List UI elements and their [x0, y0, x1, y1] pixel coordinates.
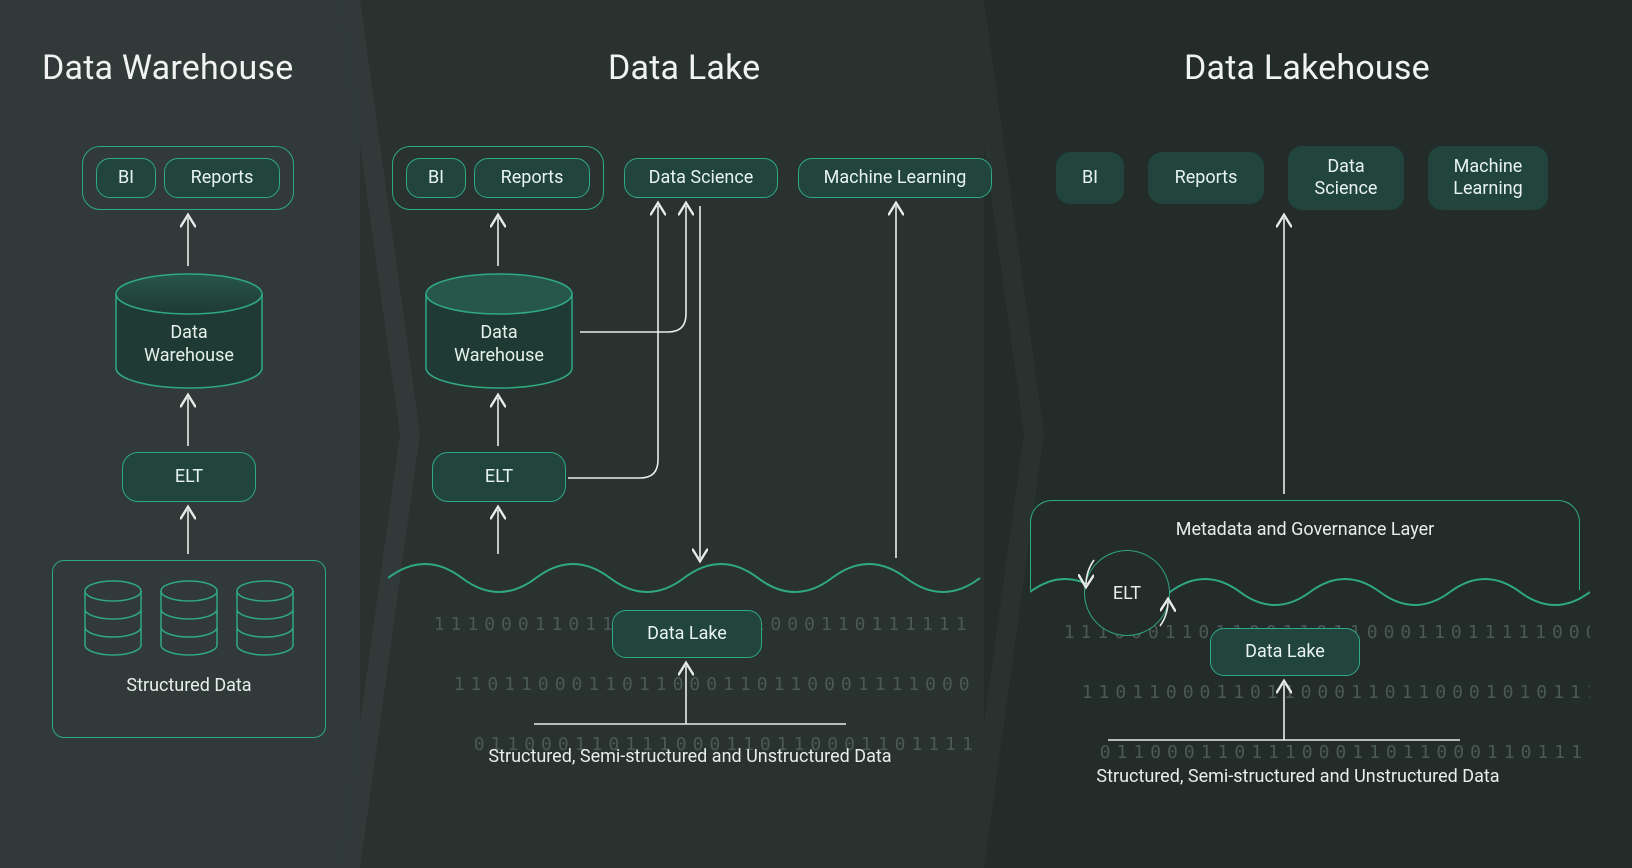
- cylinder-label: Data Warehouse: [420, 322, 578, 367]
- pill-reports: Reports: [1148, 152, 1264, 204]
- database-icon: [234, 579, 296, 659]
- pill-bi: BI: [406, 158, 466, 198]
- pill-reports: Reports: [164, 158, 280, 198]
- caption-lake-sources: Structured, Semi-structured and Unstruct…: [480, 746, 900, 767]
- structured-data-box: Structured Data: [52, 560, 326, 738]
- pill-data-lake: Data Lake: [612, 610, 762, 658]
- caption-lakehouse-sources: Structured, Semi-structured and Unstruct…: [1078, 766, 1518, 787]
- database-icon: [82, 579, 144, 659]
- pill-bi: BI: [1056, 152, 1124, 204]
- pill-elt-lake: ELT: [432, 452, 566, 502]
- binary-texture: 1110001101110001101100011011111100011011…: [400, 580, 974, 760]
- pill-data-science: Data Science: [1288, 146, 1404, 210]
- cylinder-label: Data Warehouse: [110, 322, 268, 367]
- title-lake: Data Lake: [608, 48, 760, 88]
- pill-data-lake: Data Lake: [1210, 628, 1360, 676]
- pill-data-science: Data Science: [624, 158, 778, 198]
- pill-machine-learning: Machine Learning: [1428, 146, 1548, 210]
- pill-machine-learning: Machine Learning: [798, 158, 992, 198]
- title-lakehouse: Data Lakehouse: [1184, 48, 1430, 88]
- pill-bi: BI: [96, 158, 156, 198]
- elt-circle: ELT: [1084, 550, 1170, 636]
- title-warehouse: Data Warehouse: [42, 48, 293, 88]
- database-icon: [158, 579, 220, 659]
- pill-reports: Reports: [474, 158, 590, 198]
- structured-data-label: Structured Data: [126, 675, 251, 696]
- cylinder-warehouse: Data Warehouse: [110, 272, 268, 390]
- cylinder-warehouse-lake: Data Warehouse: [420, 272, 578, 390]
- pill-elt: ELT: [122, 452, 256, 502]
- wave-icon: [388, 556, 984, 600]
